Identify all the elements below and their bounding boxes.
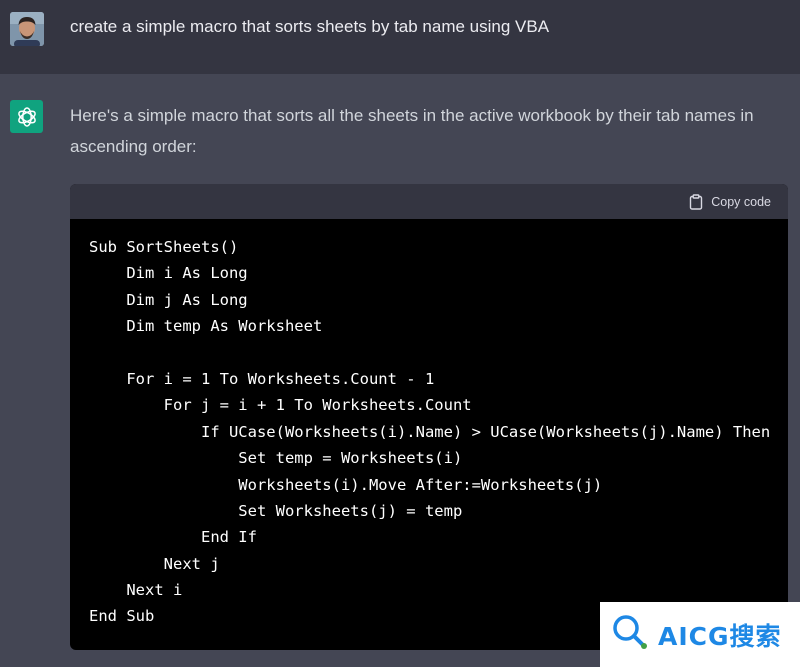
code-block-header: Copy code bbox=[70, 184, 788, 219]
user-message-text: create a simple macro that sorts sheets … bbox=[70, 17, 550, 36]
user-message-row: create a simple macro that sorts sheets … bbox=[0, 0, 800, 74]
code-line: For i = 1 To Worksheets.Count - 1 bbox=[89, 369, 435, 388]
clipboard-icon bbox=[689, 194, 703, 210]
code-line: For j = i + 1 To Worksheets.Count bbox=[89, 396, 472, 415]
assistant-intro-text: Here's a simple macro that sorts all the… bbox=[70, 106, 754, 156]
code-line: Next j bbox=[89, 554, 220, 573]
code-line: Next i bbox=[89, 581, 183, 600]
openai-logo-icon bbox=[10, 100, 43, 133]
code-line: Set temp = Worksheets(i) bbox=[89, 449, 463, 468]
watermark: AICG搜索 bbox=[600, 602, 800, 667]
code-line: Sub SortSheets() bbox=[89, 238, 239, 256]
code-content: Sub SortSheets() Dim i As Long Dim j As … bbox=[70, 219, 788, 630]
magnifier-logo-icon bbox=[608, 610, 652, 659]
code-line: Dim i As Long bbox=[89, 264, 248, 283]
code-line: Dim j As Long bbox=[89, 290, 248, 309]
code-line: Dim temp As Worksheet bbox=[89, 317, 323, 336]
code-block: Copy code Sub SortSheets() Dim i As Long… bbox=[70, 184, 788, 650]
code-line: Set Worksheets(j) = temp bbox=[89, 501, 463, 520]
watermark-text: AICG搜索 bbox=[658, 621, 782, 651]
code-line: End If bbox=[89, 528, 257, 547]
code-line: Worksheets(i).Move After:=Worksheets(j) bbox=[89, 475, 603, 494]
copy-code-button[interactable]: Copy code bbox=[689, 193, 771, 211]
code-line: If UCase(Worksheets(i).Name) > UCase(Wor… bbox=[89, 422, 771, 441]
copy-code-label: Copy code bbox=[711, 195, 771, 209]
user-avatar bbox=[10, 12, 44, 46]
